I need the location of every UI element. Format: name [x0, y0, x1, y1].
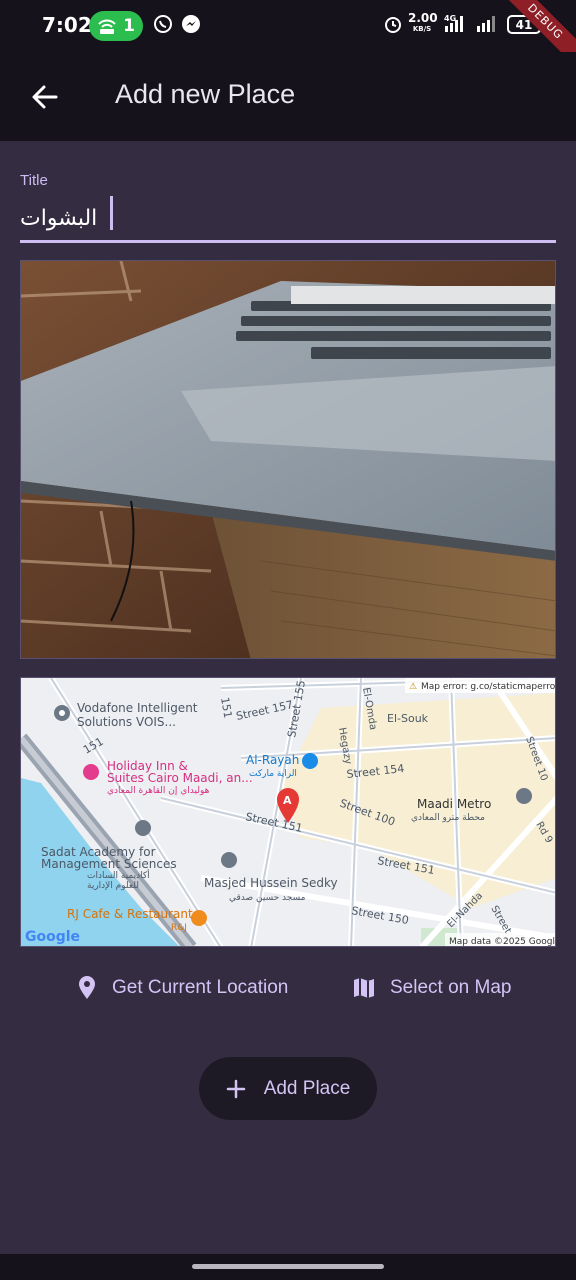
- location-map-preview[interactable]: ⚠ Map error: g.co/staticmaperror Vodafon…: [20, 677, 556, 947]
- location-pin-icon: [79, 976, 95, 999]
- map-icon: [354, 978, 374, 998]
- title-field-label: Title: [20, 172, 48, 189]
- svg-text:4G: 4G: [444, 14, 456, 23]
- map-poi-masjed: Masjed Hussein Sedky: [204, 876, 338, 890]
- map-poi-maadi-metro-ar: محطة مترو المعادي: [411, 813, 485, 823]
- back-button[interactable]: [22, 74, 68, 120]
- signal-icon-2: [477, 16, 495, 32]
- map-poi-vodafone: Vodafone Intelligent: [77, 701, 198, 715]
- text-caret: [110, 196, 113, 230]
- title-field[interactable]: Title: [20, 172, 556, 244]
- system-nav-bar: [0, 1254, 576, 1280]
- laptop-photo: [21, 261, 555, 658]
- title-field-underline: [20, 240, 556, 243]
- plus-icon: [226, 1079, 245, 1098]
- map-poi-holiday-ar: هوليداي إن القاهرة المعادي: [107, 786, 210, 796]
- map-poi-masjed-ar: مسجد حسين صدقي: [229, 893, 306, 903]
- arrow-back-icon: [32, 85, 58, 109]
- signal-icon: 4G: [444, 14, 463, 32]
- title-input[interactable]: [20, 198, 556, 238]
- map-poi-rjcafe-2: R&J: [171, 923, 187, 933]
- status-bar: 7:02 1 2.00 KB/S 4G 41 DEBUG: [0, 0, 576, 76]
- app-bar: Add new Place: [0, 52, 576, 141]
- map-poi-vodafone-2: Solutions VOIS...: [77, 715, 176, 729]
- status-time: 7:02: [42, 13, 92, 37]
- map-poi-maadi-metro: Maadi Metro: [417, 797, 491, 811]
- map-poi-elsouk: El-Souk: [387, 712, 429, 725]
- google-logo: Google: [25, 929, 80, 945]
- messenger-icon: [182, 15, 200, 33]
- select-on-map-button[interactable]: Select on Map: [352, 966, 511, 1010]
- map-poi-sadat-2: Management Sciences: [41, 857, 177, 871]
- add-place-button[interactable]: Add Place: [199, 1057, 377, 1120]
- net-speed: 2.00 KB/S: [408, 11, 438, 34]
- map-error-text: Map error: g.co/staticmaperror: [421, 682, 556, 692]
- map-poi-sadat-ar: أكاديمية السادات: [87, 869, 150, 881]
- home-gesture-handle[interactable]: [192, 1264, 384, 1269]
- whatsapp-icon: [154, 15, 172, 33]
- map-poi-holiday-2: Suites Cairo Maadi, an...: [107, 771, 253, 785]
- svg-text:⚠: ⚠: [409, 682, 417, 692]
- net-speed-value: 2.00: [408, 11, 438, 25]
- map-marker-label: A: [283, 794, 292, 807]
- location-actions: Get Current Location Select on Map: [0, 966, 576, 1010]
- map-attribution: Map data ©2025 Google: [449, 937, 556, 947]
- static-map: ⚠ Map error: g.co/staticmaperror Vodafon…: [21, 678, 556, 947]
- map-poi-sadat-ar-2: للعلوم الإدارية: [87, 881, 139, 891]
- get-current-location-button[interactable]: Get Current Location: [76, 966, 288, 1010]
- alarm-icon: [385, 17, 401, 33]
- page-title: Add new Place: [115, 79, 296, 109]
- map-poi-rjcafe: RJ Cafe & Restaurant: [67, 907, 193, 921]
- hotspot-icon: [98, 19, 116, 34]
- map-poi-alrayah-ar: الراية ماركت: [249, 769, 297, 779]
- map-poi-alrayah: Al-Rayah: [246, 753, 299, 767]
- add-place-label: Add Place: [263, 1077, 351, 1099]
- place-image-preview[interactable]: [20, 260, 556, 659]
- net-speed-unit: KB/S: [412, 25, 432, 33]
- hotspot-count: 1: [123, 16, 135, 36]
- get-current-location-label: Get Current Location: [112, 977, 289, 998]
- hotspot-indicator: 1: [89, 11, 143, 41]
- select-on-map-label: Select on Map: [390, 977, 512, 998]
